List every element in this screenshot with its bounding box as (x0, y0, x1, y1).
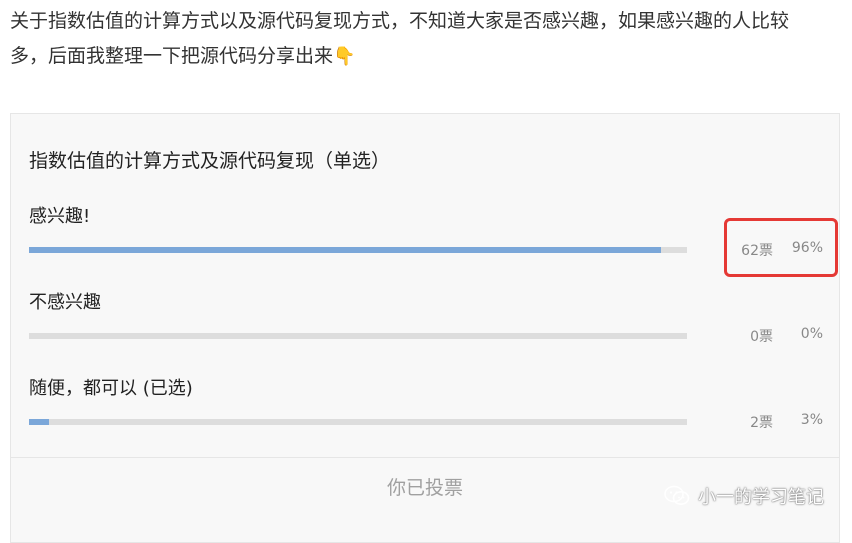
option-progress-track (29, 247, 687, 253)
poll-option-interested[interactable]: 感兴趣! 62票 96% (29, 202, 829, 272)
option-progress-fill (29, 419, 49, 425)
option-progress-fill (29, 247, 661, 253)
option-label: 不感兴趣 (29, 292, 101, 313)
wechat-icon (664, 485, 690, 505)
option-percent: 3% (800, 412, 823, 428)
option-percent: 0% (800, 326, 823, 342)
highlight-annotation-box (724, 218, 838, 277)
watermark-text: 小一的学习笔记 (698, 487, 824, 508)
poll-option-whatever[interactable]: 随便，都可以 (已选) 2票 3% (29, 374, 829, 444)
option-label: 感兴趣! (29, 206, 91, 227)
option-vote-count: 0票 (750, 329, 773, 345)
intro-text: 关于指数估值的计算方式以及源代码复现方式，不知道大家是否感兴趣，如果感兴趣的人比… (10, 4, 844, 74)
option-vote-count: 2票 (750, 415, 773, 431)
intro-line-1: 关于指数估值的计算方式以及源代码复现方式，不知道大家是否感兴趣，如果感兴趣的人比… (10, 10, 790, 32)
intro-line-2-text: 多，后面我整理一下把源代码分享出来 (10, 45, 334, 67)
intro-line-2: 多，后面我整理一下把源代码分享出来👇 (10, 39, 844, 74)
option-progress-track (29, 419, 687, 425)
watermark: 小一的学习笔记 (664, 482, 824, 510)
option-label: 随便，都可以 (已选) (29, 378, 193, 399)
option-progress-track (29, 333, 687, 339)
poll-option-not-interested[interactable]: 不感兴趣 0票 0% (29, 288, 829, 358)
poll-title: 指数估值的计算方式及源代码复现（单选） (29, 150, 391, 172)
pointing-down-icon: 👇 (333, 46, 356, 67)
poll-card: 指数估值的计算方式及源代码复现（单选） 感兴趣! 62票 96% 不感兴趣 0票… (10, 113, 840, 543)
